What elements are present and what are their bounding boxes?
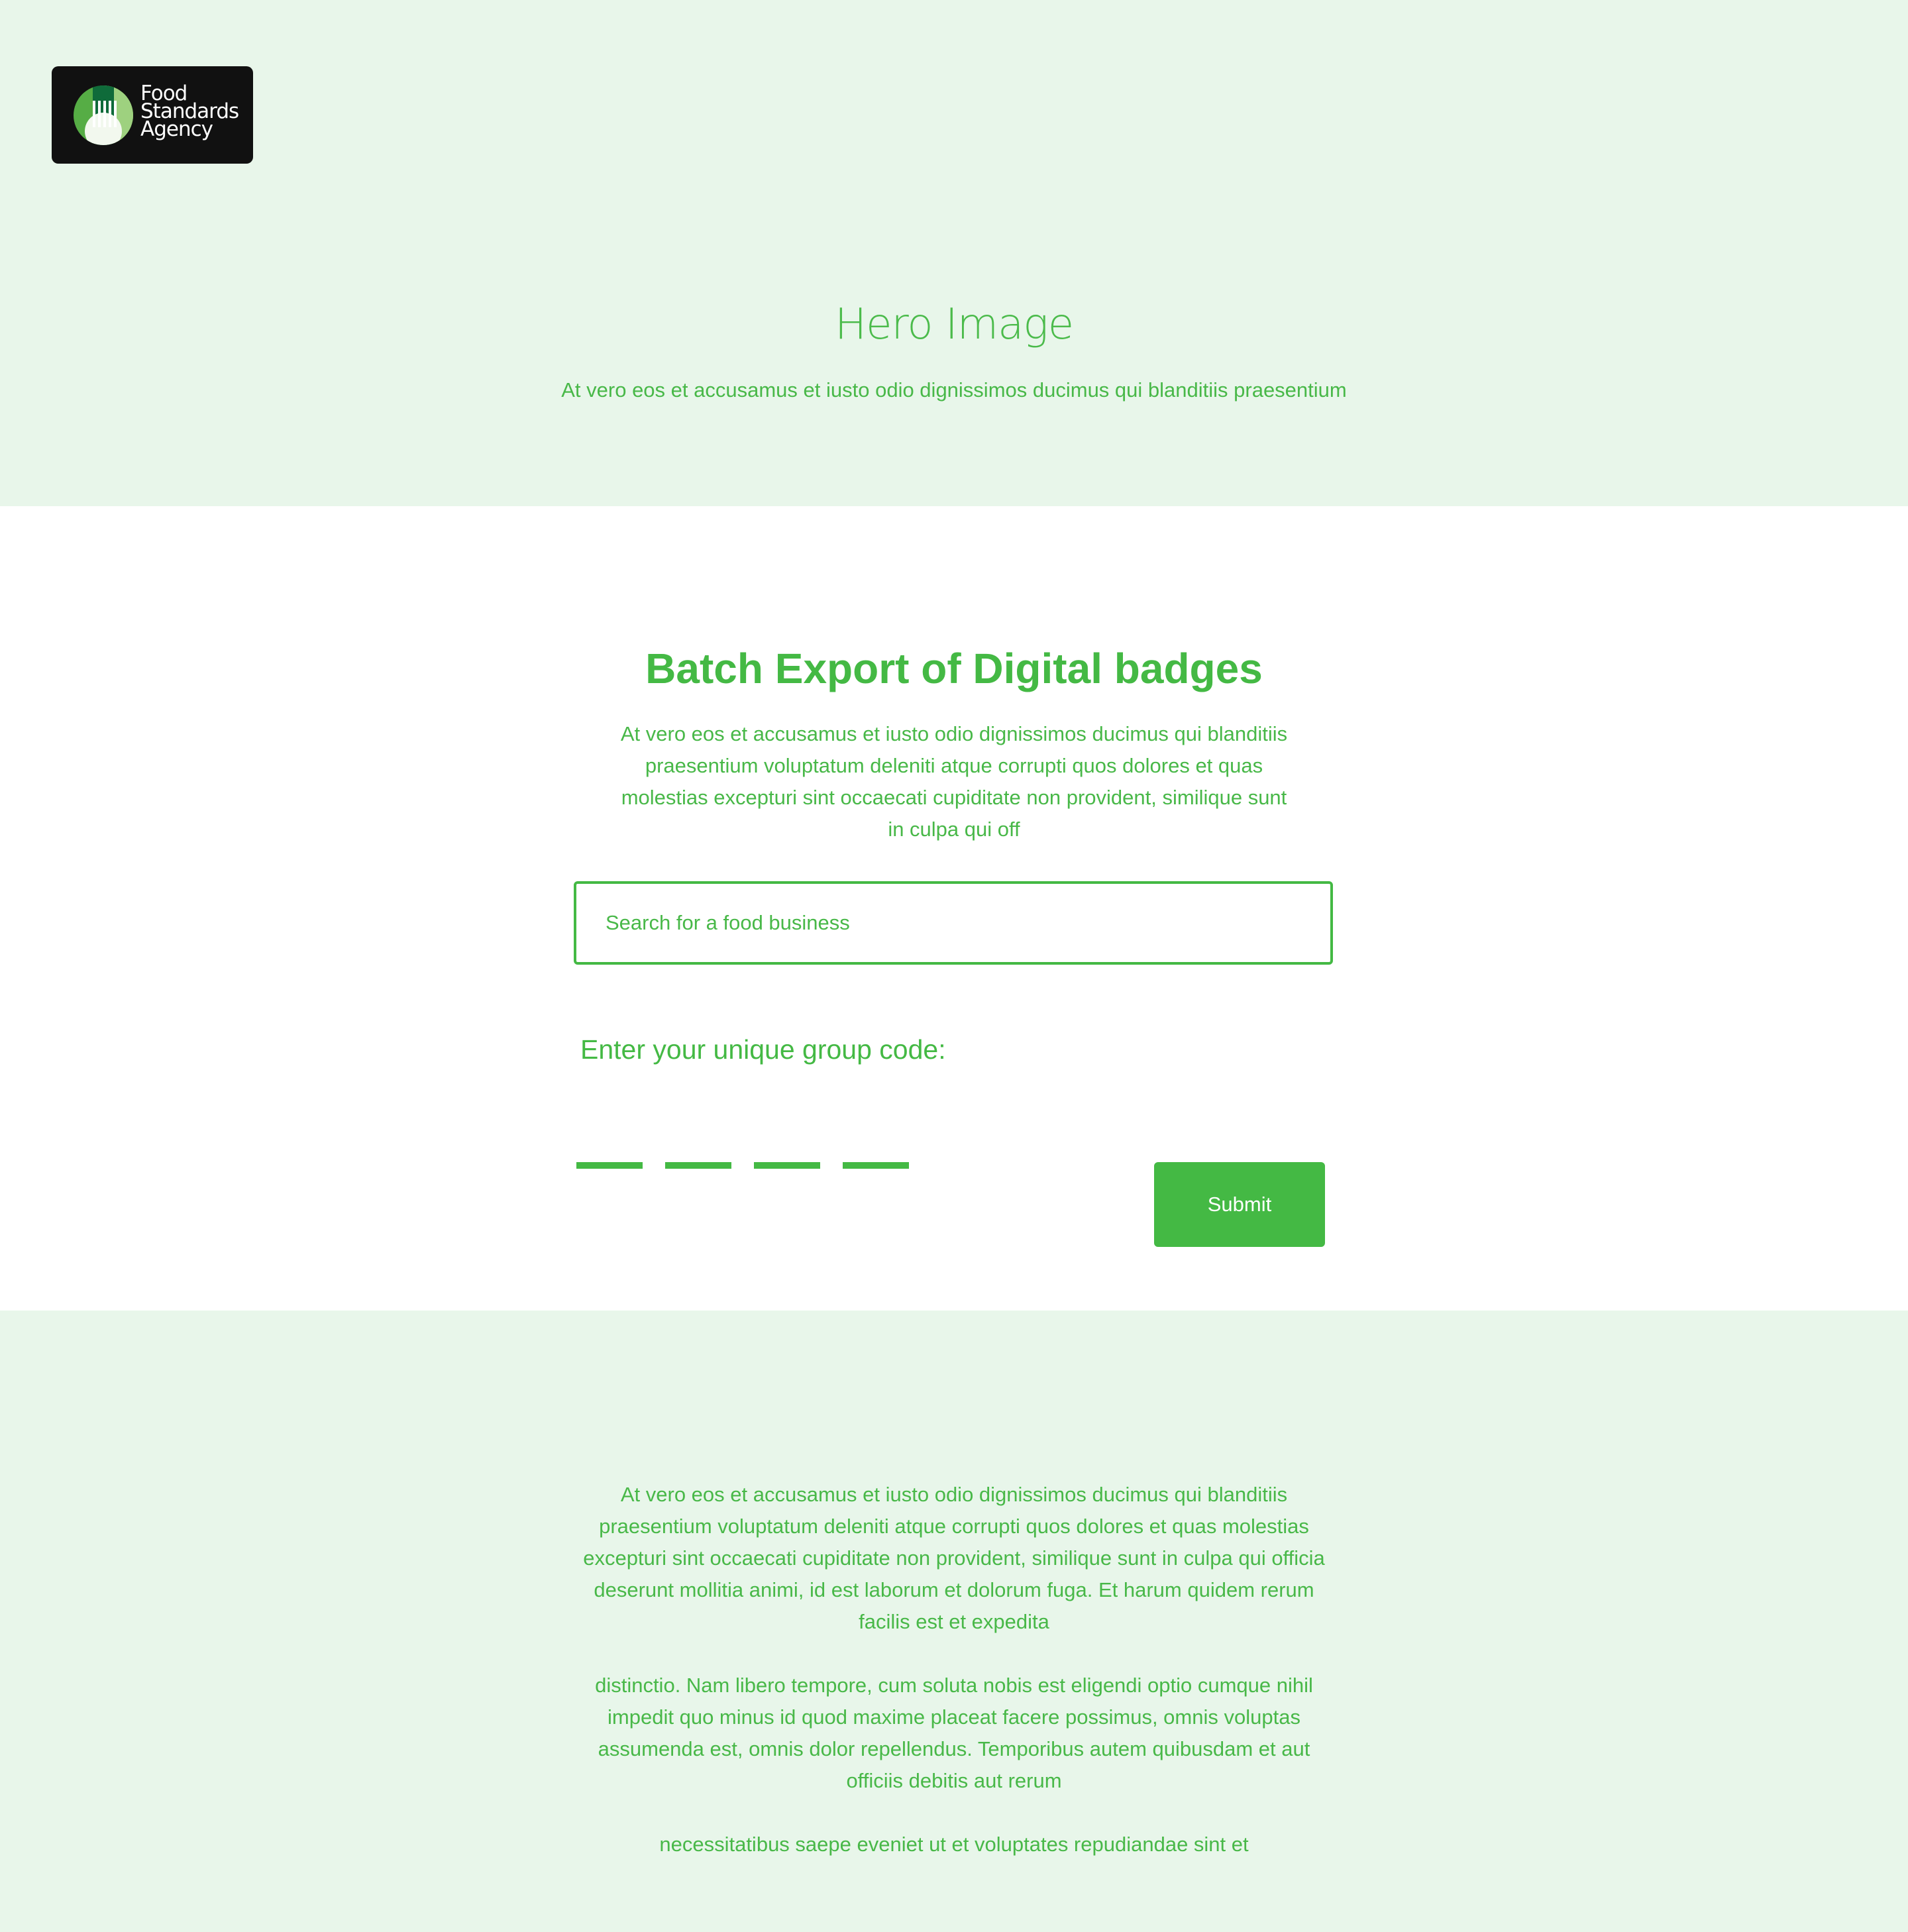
footer-text: At vero eos et accusamus et iusto odio d… (583, 1479, 1325, 1892)
page-title: Batch Export of Digital badges (645, 645, 1263, 692)
footer-paragraph-1: At vero eos et accusamus et iusto odio d… (583, 1483, 1325, 1633)
submit-button[interactable]: Submit (1154, 1162, 1325, 1247)
logo-line-agency: Agency (140, 117, 213, 141)
food-business-search-input[interactable] (574, 881, 1333, 965)
page-description: At vero eos et accusamus et iusto odio d… (620, 722, 1288, 841)
footer-section: At vero eos et accusamus et iusto odio d… (0, 1311, 1908, 1932)
group-code-digit-2[interactable] (665, 1162, 731, 1169)
batch-export-section: Batch Export of Digital badges At vero e… (0, 506, 1908, 1311)
logo-wordmark: Food Standards Agency (140, 83, 239, 141)
group-code-label: Enter your unique group code: (580, 1034, 946, 1065)
hero-title: Hero Image (834, 300, 1074, 349)
group-code-digit-3[interactable] (754, 1162, 820, 1169)
food-standards-agency-logo[interactable]: Food Standards Agency (52, 66, 253, 164)
group-code-digit-1[interactable] (576, 1162, 643, 1169)
footer-paragraph-2: distinctio. Nam libero tempore, cum solu… (595, 1674, 1313, 1792)
footer-paragraph-3: necessitatibus saepe eveniet ut et volup… (659, 1833, 1249, 1856)
fork-in-circle-icon (74, 85, 133, 145)
hero-subtitle: At vero eos et accusamus et iusto odio d… (561, 378, 1347, 402)
group-code-digit-4[interactable] (843, 1162, 909, 1169)
hero-section: Food Standards Agency Hero Image At vero… (0, 0, 1908, 506)
